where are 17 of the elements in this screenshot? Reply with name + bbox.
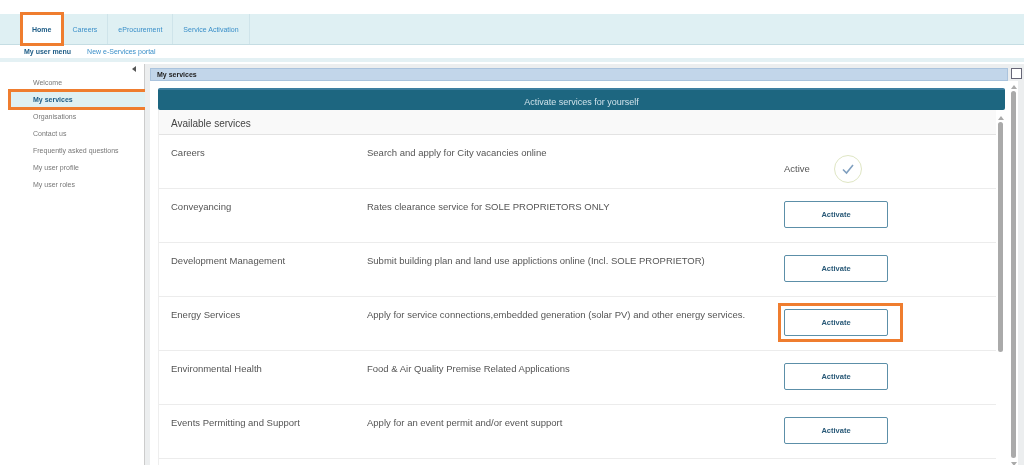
status-text: Active [784, 163, 810, 174]
service-name: Conveyancing [170, 200, 233, 214]
section-title: Available services [171, 118, 251, 129]
service-name: Careers [170, 146, 206, 160]
collapse-icon[interactable] [132, 66, 136, 72]
service-description: Rates clearance service for SOLE PROPRIETORS ONLY [367, 200, 611, 214]
service-name: Environmental Health [170, 362, 263, 376]
banner-text: Activate services for yourself [524, 97, 639, 107]
service-description: Search and apply for City vacancies online [367, 146, 548, 160]
service-name: Energy Services [170, 308, 242, 322]
service-name: Events Permitting and Support [170, 416, 301, 430]
service-description: Apply for service connections,embedded generation (solar PV) and other energy services. [367, 308, 747, 322]
service-description: Food & Air Quality Premise Related Applications [367, 362, 571, 376]
service-name: Development Management [170, 254, 287, 268]
service-description: Apply for an event permit and/or event support [367, 416, 564, 430]
panel-menu-icon[interactable] [1011, 68, 1022, 79]
service-description: Submit building plan and land use applictions online (Incl. SOLE PROPRIETOR) [367, 254, 706, 268]
